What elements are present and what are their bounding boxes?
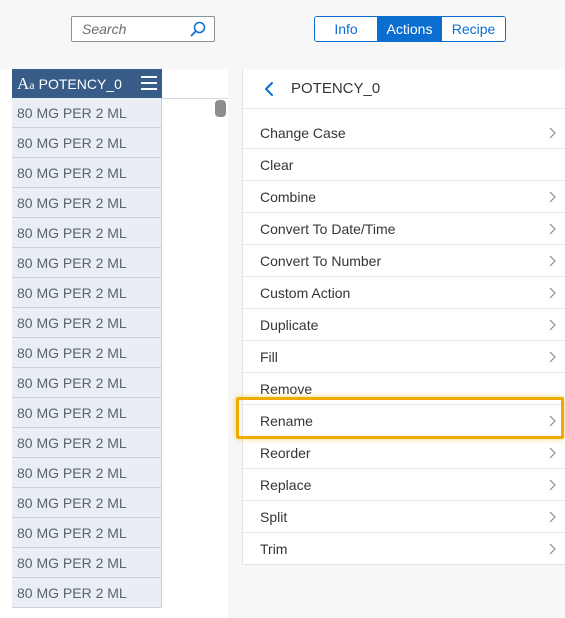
chevron-right-icon <box>549 319 556 331</box>
table-cell[interactable]: 80 MG PER 2 ML <box>12 518 161 548</box>
chevron-right-icon <box>549 543 556 555</box>
chevron-right-icon <box>549 511 556 523</box>
chevron-right-icon <box>549 127 556 139</box>
table-cell[interactable]: 80 MG PER 2 ML <box>12 368 161 398</box>
action-trim[interactable]: Trim <box>243 533 565 565</box>
action-duplicate[interactable]: Duplicate <box>243 309 565 341</box>
chevron-right-icon <box>549 415 556 427</box>
table-cell[interactable]: 80 MG PER 2 ML <box>12 488 161 518</box>
text-type-icon: Aa <box>17 73 35 93</box>
chevron-right-icon <box>549 191 556 203</box>
table-cell[interactable]: 80 MG PER 2 ML <box>12 428 161 458</box>
table-cell[interactable]: 80 MG PER 2 ML <box>12 128 161 158</box>
column-cells: 80 MG PER 2 ML 80 MG PER 2 ML 80 MG PER … <box>12 98 162 608</box>
actions-panel-title: POTENCY_0 <box>291 80 381 97</box>
table-cell[interactable]: 80 MG PER 2 ML <box>12 578 161 608</box>
action-fill[interactable]: Fill <box>243 341 565 373</box>
action-change-case[interactable]: Change Case <box>243 117 565 149</box>
chevron-right-icon <box>549 255 556 267</box>
table-cell[interactable]: 80 MG PER 2 ML <box>12 458 161 488</box>
table-cell[interactable]: 80 MG PER 2 ML <box>12 308 161 338</box>
actions-list: Change Case Clear Combine Convert To Dat… <box>243 117 565 565</box>
search-input[interactable] <box>82 21 192 37</box>
chevron-right-icon <box>549 479 556 491</box>
tab-recipe[interactable]: Recipe <box>442 17 505 41</box>
column-header-label: POTENCY_0 <box>38 75 122 92</box>
action-reorder[interactable]: Reorder <box>243 437 565 469</box>
table-cell[interactable]: 80 MG PER 2 ML <box>12 158 161 188</box>
chevron-right-icon <box>549 447 556 459</box>
action-combine[interactable]: Combine <box>243 181 565 213</box>
chevron-right-icon <box>549 287 556 299</box>
action-convert-to-number[interactable]: Convert To Number <box>243 245 565 277</box>
table-cell[interactable]: 80 MG PER 2 ML <box>12 248 161 278</box>
grid-divider <box>162 98 228 99</box>
action-custom-action[interactable]: Custom Action <box>243 277 565 309</box>
tab-actions[interactable]: Actions <box>378 17 442 41</box>
action-replace[interactable]: Replace <box>243 469 565 501</box>
table-cell[interactable]: 80 MG PER 2 ML <box>12 98 161 128</box>
data-grid-panel: Aa POTENCY_0 80 MG PER 2 ML 80 MG PER 2 … <box>0 69 228 618</box>
table-cell[interactable]: 80 MG PER 2 ML <box>12 548 161 578</box>
table-cell[interactable]: 80 MG PER 2 ML <box>12 278 161 308</box>
view-tabs: Info Actions Recipe <box>314 16 506 42</box>
tab-info[interactable]: Info <box>315 17 378 41</box>
table-cell[interactable]: 80 MG PER 2 ML <box>12 218 161 248</box>
table-cell[interactable]: 80 MG PER 2 ML <box>12 338 161 368</box>
action-split[interactable]: Split <box>243 501 565 533</box>
back-chevron-icon[interactable] <box>261 81 277 97</box>
chevron-right-icon <box>549 351 556 363</box>
table-cell[interactable]: 80 MG PER 2 ML <box>12 188 161 218</box>
action-convert-to-date-time[interactable]: Convert To Date/Time <box>243 213 565 245</box>
scrollbar-thumb[interactable] <box>215 100 226 117</box>
action-clear[interactable]: Clear <box>243 149 565 181</box>
actions-panel: POTENCY_0 Change Case Clear Combine Conv… <box>242 69 565 565</box>
search-icon[interactable] <box>190 21 206 37</box>
column-header[interactable]: Aa POTENCY_0 <box>12 69 162 98</box>
table-cell[interactable]: 80 MG PER 2 ML <box>12 398 161 428</box>
actions-panel-header: POTENCY_0 <box>243 69 565 109</box>
chevron-right-icon <box>549 223 556 235</box>
column-menu-icon[interactable] <box>141 76 157 90</box>
action-remove[interactable]: Remove <box>243 373 565 405</box>
action-rename[interactable]: Rename <box>243 405 565 437</box>
search-box[interactable] <box>71 16 215 42</box>
